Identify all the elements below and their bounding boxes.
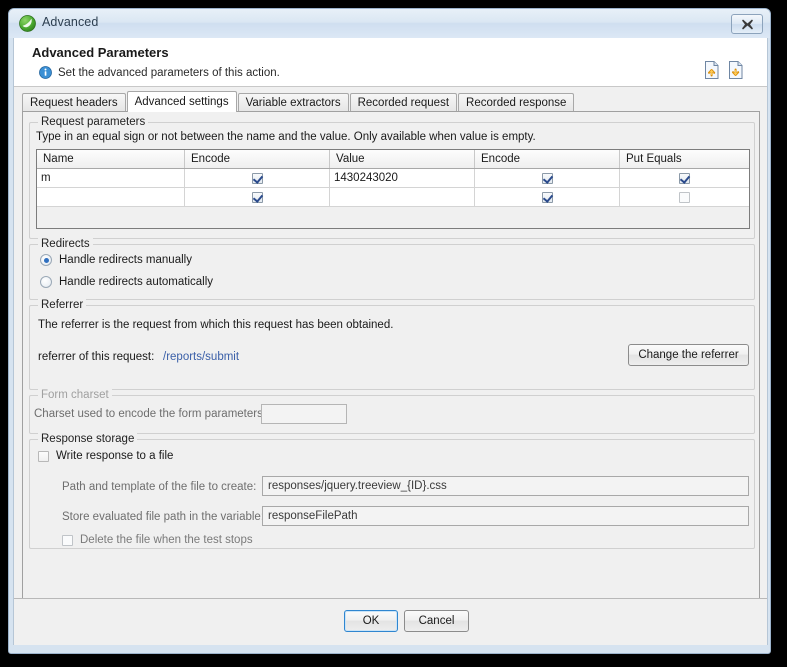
request-parameters-table: Name Encode Value Encode Put Equals m 14… [36, 149, 750, 229]
file-path-label: Path and template of the file to create: [62, 481, 257, 493]
column-header-value[interactable]: Value [330, 150, 475, 168]
cell-value[interactable] [330, 188, 475, 206]
file-path-variable-input[interactable]: responseFilePath [262, 506, 749, 526]
delete-file-checkbox[interactable] [62, 534, 73, 546]
change-referrer-button[interactable]: Change the referrer [628, 344, 749, 366]
radio-handle-redirects-automatically[interactable]: Handle redirects automatically [40, 276, 213, 288]
form-charset-group: Form charset Charset used to encode the … [29, 389, 755, 434]
request-parameters-group: Request parameters Type in an equal sign… [29, 116, 755, 239]
encode-checkbox[interactable] [251, 191, 263, 203]
radio-label: Handle redirects manually [59, 254, 192, 266]
response-storage-group-title: Response storage [38, 433, 138, 445]
radio-indicator[interactable] [40, 254, 52, 266]
referrer-value-link[interactable]: /reports/submit [163, 351, 239, 363]
cell-encode-1[interactable] [185, 169, 330, 187]
referrer-description: The referrer is the request from which t… [38, 319, 394, 331]
settings-panel: Request headers Advanced settings Variab… [14, 87, 767, 645]
table-header-row: Name Encode Value Encode Put Equals [37, 150, 749, 169]
page-title: Advanced Parameters [32, 45, 169, 60]
header-subtitle: Set the advanced parameters of this acti… [58, 66, 280, 79]
title-bar: Advanced [9, 9, 770, 38]
cell-value[interactable]: 1430243020 [330, 169, 475, 187]
info-icon [39, 66, 52, 79]
header-subtitle-row: Set the advanced parameters of this acti… [39, 66, 280, 79]
table-empty-area [37, 207, 749, 228]
close-icon[interactable] [731, 14, 763, 34]
import-icon[interactable] [703, 60, 721, 80]
referrer-field-label: referrer of this request: [38, 351, 155, 363]
encode-checkbox[interactable] [541, 172, 553, 184]
put-equals-checkbox[interactable] [679, 172, 690, 184]
tab-bar: Request headers Advanced settings Variab… [22, 91, 760, 112]
tab-recorded-response[interactable]: Recorded response [458, 93, 575, 111]
put-equals-checkbox[interactable] [679, 191, 690, 203]
tab-variable-extractors[interactable]: Variable extractors [237, 93, 349, 111]
form-charset-group-title: Form charset [38, 389, 112, 401]
app-green-circle-icon [19, 15, 36, 32]
request-parameters-hint: Type in an equal sign or not between the… [36, 131, 536, 143]
table-row[interactable]: m 1430243020 [37, 169, 749, 188]
response-storage-group: Response storage Write response to a fil… [29, 433, 755, 549]
column-header-name[interactable]: Name [37, 150, 185, 168]
dialog-header: Advanced Parameters Set the advanced par… [14, 38, 767, 87]
radio-label: Handle redirects automatically [59, 276, 214, 288]
dialog-client-area: Advanced Parameters Set the advanced par… [13, 38, 768, 645]
advanced-dialog-window: Advanced Advanced Parameters Set the adv… [8, 8, 771, 654]
column-header-encode-1[interactable]: Encode [185, 150, 330, 168]
file-path-input[interactable]: responses/jquery.treeview_{ID}.css [262, 476, 749, 496]
advanced-settings-tab-panel: Request parameters Type in an equal sign… [22, 111, 760, 636]
header-action-icons [703, 60, 745, 80]
file-path-variable-label: Store evaluated file path in the variabl… [62, 511, 265, 523]
tab-request-headers[interactable]: Request headers [22, 93, 126, 111]
cell-encode-2[interactable] [475, 188, 620, 206]
form-charset-field-label: Charset used to encode the form paramete… [34, 408, 267, 420]
dialog-footer: OK Cancel [14, 598, 767, 644]
checkbox-label: Write response to a file [56, 450, 174, 462]
radio-handle-redirects-manually[interactable]: Handle redirects manually [40, 254, 192, 266]
cell-encode-2[interactable] [475, 169, 620, 187]
radio-indicator[interactable] [40, 276, 52, 288]
write-response-checkbox[interactable] [38, 450, 49, 462]
checkbox-delete-file-on-stop[interactable]: Delete the file when the test stops [62, 534, 253, 546]
cell-name[interactable] [37, 188, 185, 206]
checkbox-label: Delete the file when the test stops [80, 534, 253, 546]
cell-name[interactable]: m [37, 169, 185, 187]
encode-checkbox[interactable] [541, 191, 553, 203]
window-title: Advanced [42, 15, 99, 29]
checkbox-write-response-to-file[interactable]: Write response to a file [38, 450, 173, 462]
tab-advanced-settings[interactable]: Advanced settings [126, 91, 237, 112]
table-row[interactable] [37, 188, 749, 207]
ok-button[interactable]: OK [344, 610, 398, 632]
request-parameters-group-title: Request parameters [38, 116, 149, 128]
export-icon[interactable] [727, 60, 745, 80]
redirects-group-title: Redirects [38, 238, 93, 250]
cancel-button[interactable]: Cancel [404, 610, 469, 632]
cell-put-equals[interactable] [620, 169, 749, 187]
tab-recorded-request[interactable]: Recorded request [349, 93, 458, 111]
redirects-group: Redirects Handle redirects manually Hand… [29, 238, 755, 300]
column-header-encode-2[interactable]: Encode [475, 150, 620, 168]
form-charset-input[interactable] [261, 404, 347, 424]
cell-put-equals[interactable] [620, 188, 749, 206]
referrer-group: Referrer The referrer is the request fro… [29, 299, 755, 390]
cell-encode-1[interactable] [185, 188, 330, 206]
encode-checkbox[interactable] [251, 172, 263, 184]
column-header-put-equals[interactable]: Put Equals [620, 150, 749, 168]
referrer-group-title: Referrer [38, 299, 87, 311]
